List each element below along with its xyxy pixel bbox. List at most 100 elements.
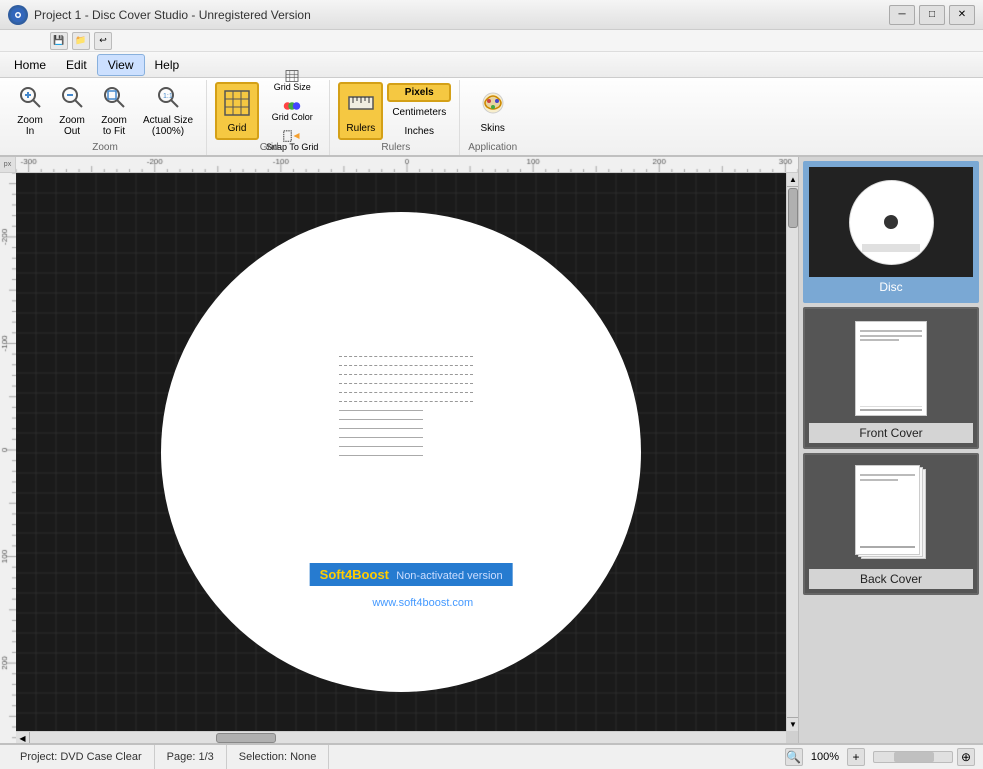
watermark-text: Non-activated version	[396, 570, 502, 582]
zoom-fit-label: Zoomto Fit	[101, 115, 127, 137]
centimeters-label: Centimeters	[392, 107, 446, 118]
grid-size-button[interactable]: Grid Size	[261, 67, 323, 95]
watermark: Soft4Boost Non-activated version	[310, 563, 513, 586]
window-title: Project 1 - Disc Cover Studio - Unregist…	[34, 8, 311, 22]
actual-size-button[interactable]: 1:1 Actual Size(100%)	[136, 82, 200, 140]
scrollbar-vertical[interactable]: ▲ ▼	[786, 173, 798, 731]
zoom-out-icon	[60, 85, 84, 113]
grid-label: Grid	[228, 123, 247, 134]
rulers-icon	[347, 89, 375, 121]
scrollbar-horizontal[interactable]: ◀	[16, 731, 786, 743]
scrollbar-v-up[interactable]: ▲	[787, 173, 798, 187]
ruler-horizontal	[16, 157, 798, 173]
front-cover-thumb	[855, 321, 927, 416]
scrollbar-v-down[interactable]: ▼	[787, 717, 798, 731]
ruler-h-canvas	[16, 157, 798, 173]
zoom-slider-thumb[interactable]	[894, 752, 934, 762]
zoom-control: 🔍 100% + ⊕	[785, 748, 975, 766]
zoom-out-label: ZoomOut	[59, 115, 85, 137]
ribbon-group-zoom: ZoomIn ZoomOut	[4, 80, 207, 155]
disc-label: Disc	[809, 277, 973, 297]
inches-label: Inches	[405, 126, 434, 137]
titlebar: Project 1 - Disc Cover Studio - Unregist…	[0, 0, 983, 30]
ruler-unit-label: px	[0, 157, 15, 172]
status-page: Page: 1/3	[155, 745, 227, 769]
open-button[interactable]: 📁	[72, 32, 90, 50]
ribbon-group-grid: Grid Grid Size	[209, 80, 330, 155]
zoom-reset-button[interactable]: ⊕	[957, 748, 975, 766]
skins-icon	[479, 89, 507, 121]
zoom-in-status-button[interactable]: +	[847, 748, 865, 766]
menu-help[interactable]: Help	[145, 55, 190, 75]
ruler-corner: px	[0, 157, 16, 173]
pixels-label: Pixels	[405, 87, 434, 98]
zoom-out-button[interactable]: ZoomOut	[52, 82, 92, 140]
grid-group-label: Grid	[260, 142, 279, 155]
canvas-area[interactable]: px	[0, 157, 798, 743]
zoom-slider[interactable]	[873, 751, 953, 763]
grid-size-label: Grid Size	[274, 82, 311, 92]
panel-back-cover-item[interactable]: Back Cover	[803, 453, 979, 595]
rulers-label: Rulers	[346, 123, 375, 134]
skins-label: Skins	[480, 123, 504, 134]
grid-color-label: Grid Color	[272, 112, 313, 122]
pixels-button[interactable]: Pixels	[387, 83, 451, 102]
status-project: Project: DVD Case Clear	[8, 745, 155, 769]
save-button[interactable]: 💾	[50, 32, 68, 50]
front-cover-thumbnail	[809, 313, 973, 423]
disc-thumb-circle	[849, 180, 934, 265]
brand-boost: Boost	[352, 567, 389, 582]
disc-content	[339, 356, 507, 572]
disc-thumbnail	[809, 167, 973, 277]
ribbon-group-rulers: Rulers Pixels Centimeters Inches Rulers	[332, 80, 460, 155]
grid-color-button[interactable]: Grid Color	[261, 97, 323, 125]
front-cover-label: Front Cover	[809, 423, 973, 443]
menu-edit[interactable]: Edit	[56, 55, 97, 75]
zoom-in-label: ZoomIn	[17, 115, 43, 137]
zoom-fit-icon	[102, 85, 126, 113]
scrollbar-h-left[interactable]: ◀	[16, 732, 30, 743]
rulers-group-label: Rulers	[381, 142, 410, 155]
zoom-in-button[interactable]: ZoomIn	[10, 82, 50, 140]
centimeters-button[interactable]: Centimeters	[387, 104, 451, 121]
skins-button[interactable]: Skins	[472, 82, 514, 140]
scrollbar-h-thumb[interactable]	[216, 733, 276, 743]
ruler-vertical	[0, 157, 16, 743]
zoom-out-status-button[interactable]: 🔍	[785, 748, 803, 766]
grid-icon	[223, 89, 251, 121]
brand-soft: Soft	[320, 567, 345, 582]
zoom-to-fit-button[interactable]: Zoomto Fit	[94, 82, 134, 140]
ruler-v-canvas	[0, 157, 16, 743]
zoom-in-icon	[18, 85, 42, 113]
menubar: Home Edit View Help	[0, 52, 983, 78]
right-panel: Disc Front Cover	[798, 157, 983, 743]
disc-thumb-label	[862, 244, 920, 252]
undo-button[interactable]: ↩	[94, 32, 112, 50]
brand-4: 4	[345, 567, 352, 582]
window-controls: ─ □ ✕	[889, 5, 975, 25]
svg-text:1:1: 1:1	[163, 93, 173, 100]
disc-circle: Soft4Boost Non-activated version www.sof…	[161, 212, 641, 692]
close-button[interactable]: ✕	[949, 5, 975, 25]
zoom-level: 100%	[807, 751, 843, 763]
back-cover-page1	[855, 465, 920, 555]
rulers-button[interactable]: Rulers	[338, 82, 383, 140]
actual-size-icon: 1:1	[156, 85, 180, 113]
app-icon	[8, 5, 28, 25]
menu-view[interactable]: View	[97, 54, 145, 76]
inches-button[interactable]: Inches	[387, 123, 451, 140]
watermark-url: www.soft4boost.com	[368, 596, 477, 610]
skins-group-label: Application	[468, 142, 517, 155]
panel-front-cover-item[interactable]: Front Cover	[803, 307, 979, 449]
minimize-button[interactable]: ─	[889, 5, 915, 25]
canvas-content[interactable]: Soft4Boost Non-activated version www.sof…	[16, 173, 786, 731]
grid-button[interactable]: Grid	[215, 82, 259, 140]
scrollbar-corner	[786, 731, 798, 743]
panel-disc-item[interactable]: Disc	[803, 161, 979, 303]
ribbon-group-skins: Skins Application	[462, 80, 523, 155]
statusbar: Project: DVD Case Clear Page: 1/3 Select…	[0, 743, 983, 769]
scrollbar-v-thumb[interactable]	[788, 188, 798, 228]
menu-home[interactable]: Home	[4, 55, 56, 75]
back-cover-label: Back Cover	[809, 569, 973, 589]
maximize-button[interactable]: □	[919, 5, 945, 25]
